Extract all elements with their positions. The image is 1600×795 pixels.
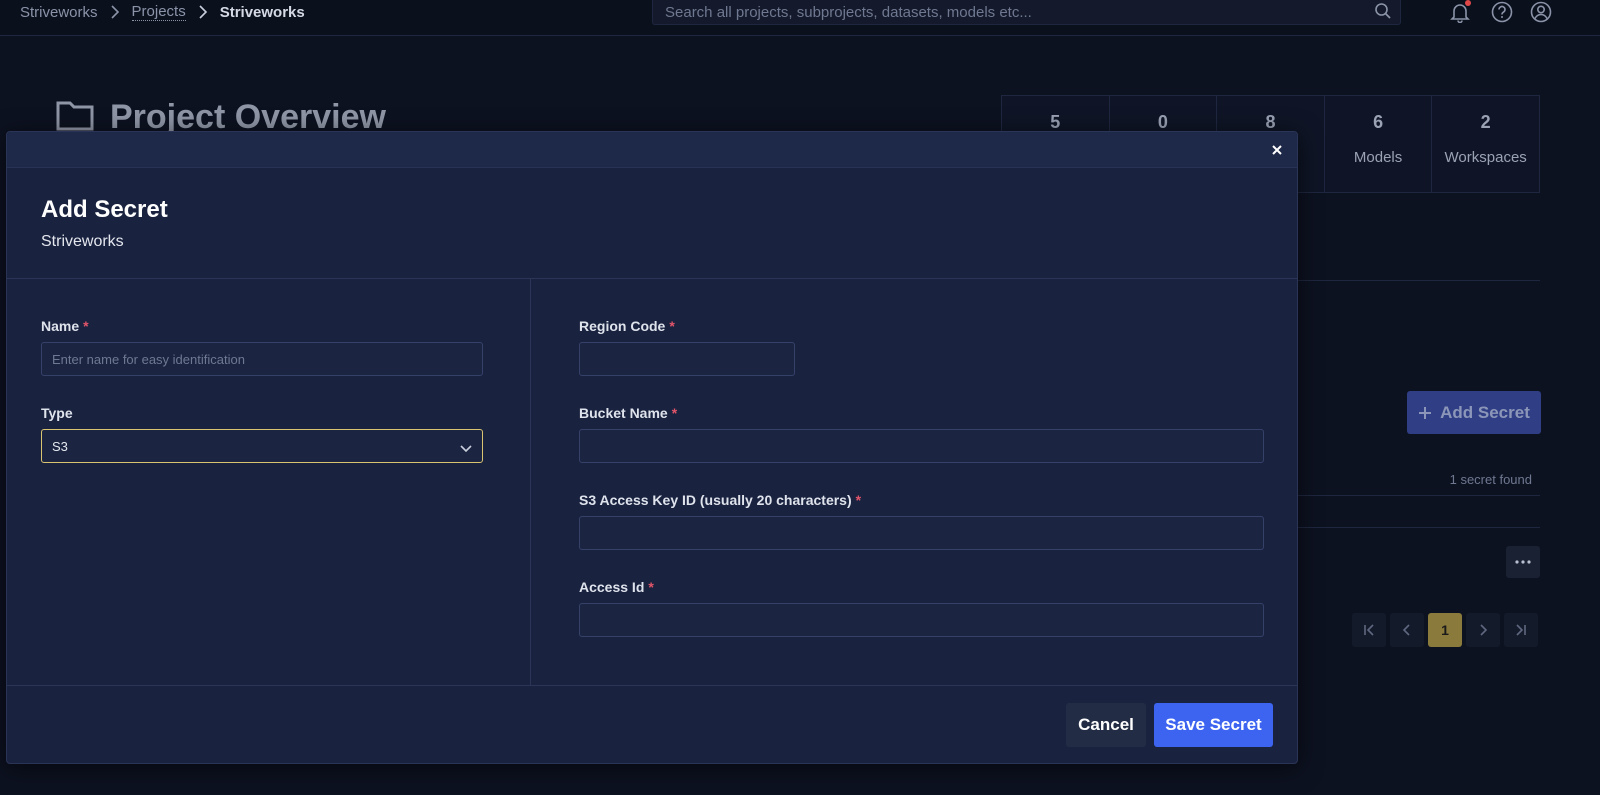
stat-card-models[interactable]: 6 Models <box>1325 96 1433 192</box>
stat-value: 0 <box>1157 112 1168 132</box>
required-mark: * <box>855 492 862 508</box>
breadcrumb-projects[interactable]: Projects <box>131 3 186 21</box>
last-page-button[interactable] <box>1504 613 1538 647</box>
divider <box>1298 527 1540 528</box>
modal-footer: Cancel Save Secret <box>7 685 1297 764</box>
type-label-text: Type <box>41 405 73 421</box>
secret-count: 1 secret found <box>1449 472 1532 487</box>
breadcrumb: Striveworks Projects Striveworks <box>20 3 305 21</box>
stat-value: 5 <box>1050 112 1061 132</box>
required-mark: * <box>648 579 654 595</box>
stat-label: Workspaces <box>1444 149 1527 166</box>
chevron-down-icon <box>460 441 472 456</box>
user-icon[interactable] <box>1529 0 1553 24</box>
name-label: Name * <box>41 318 89 334</box>
access-key-id-label-text: S3 Access Key ID (usually 20 characters) <box>579 492 852 508</box>
region-code-label: Region Code * <box>579 318 675 334</box>
global-search <box>652 0 1401 25</box>
next-page-button[interactable] <box>1466 613 1500 647</box>
save-secret-button[interactable]: Save Secret <box>1154 703 1273 747</box>
prev-page-icon <box>1402 624 1410 636</box>
type-label: Type <box>41 405 73 421</box>
access-id-label-text: Access Id <box>579 579 645 595</box>
modal-title: Add Secret <box>41 196 168 223</box>
stat-card-workspaces[interactable]: 2 Workspaces <box>1432 96 1539 192</box>
more-icon <box>1515 560 1531 564</box>
access-key-id-input[interactable] <box>579 516 1264 550</box>
add-secret-label: Add Secret <box>1440 402 1530 422</box>
modal-top-strip <box>7 132 1297 168</box>
access-id-input[interactable] <box>579 603 1264 637</box>
breadcrumb-root[interactable]: Striveworks <box>20 4 98 21</box>
stat-value: 8 <box>1265 112 1276 132</box>
bell-icon[interactable] <box>1448 0 1472 24</box>
region-code-label-text: Region Code <box>579 318 666 334</box>
stat-label: Models <box>1353 149 1403 166</box>
bucket-name-label-text: Bucket Name <box>579 405 668 421</box>
required-mark: * <box>669 318 675 334</box>
add-secret-button[interactable]: Add Secret <box>1407 391 1541 434</box>
prev-page-button[interactable] <box>1390 613 1424 647</box>
top-bar: Striveworks Projects Striveworks <box>0 0 1600 36</box>
chevron-right-icon <box>192 4 214 20</box>
page-button-current[interactable]: 1 <box>1428 613 1462 647</box>
name-input[interactable] <box>41 342 483 376</box>
bucket-name-input[interactable] <box>579 429 1264 463</box>
required-mark: * <box>83 318 89 334</box>
access-key-id-label: S3 Access Key ID (usually 20 characters)… <box>579 492 861 508</box>
add-secret-modal: Add Secret Striveworks Name* Type S3 Reg… <box>6 131 1298 764</box>
breadcrumb-current: Striveworks <box>219 3 305 21</box>
type-select-value: S3 <box>52 438 68 454</box>
last-page-icon <box>1516 624 1526 636</box>
close-icon <box>1272 145 1282 155</box>
name-label-text: Name <box>41 318 80 334</box>
close-button[interactable] <box>1267 140 1287 160</box>
column-divider <box>530 279 531 685</box>
divider <box>1298 495 1540 496</box>
plus-icon <box>1419 406 1432 419</box>
bucket-name-label: Bucket Name * <box>579 405 677 421</box>
modal-subtitle: Striveworks <box>41 233 124 250</box>
type-select[interactable]: S3 <box>41 429 483 463</box>
divider <box>1298 280 1540 281</box>
required-mark: * <box>671 405 678 421</box>
help-icon[interactable] <box>1490 0 1514 24</box>
row-more-button[interactable] <box>1506 546 1540 578</box>
cancel-button[interactable]: Cancel <box>1066 703 1146 747</box>
access-id-label: Access Id * <box>579 579 654 595</box>
modal-header: Add Secret Striveworks <box>7 168 1297 279</box>
region-code-input[interactable] <box>579 342 795 376</box>
search-input[interactable] <box>653 0 1400 24</box>
notification-dot <box>1465 0 1471 6</box>
stat-value: 6 <box>1373 112 1384 132</box>
next-page-icon <box>1480 624 1488 636</box>
stat-value: 2 <box>1480 112 1491 132</box>
first-page-button[interactable] <box>1352 613 1386 647</box>
pagination: 1 <box>1352 613 1538 647</box>
chevron-right-icon <box>104 4 126 20</box>
search-icon[interactable] <box>1374 2 1392 25</box>
first-page-icon <box>1364 624 1374 636</box>
